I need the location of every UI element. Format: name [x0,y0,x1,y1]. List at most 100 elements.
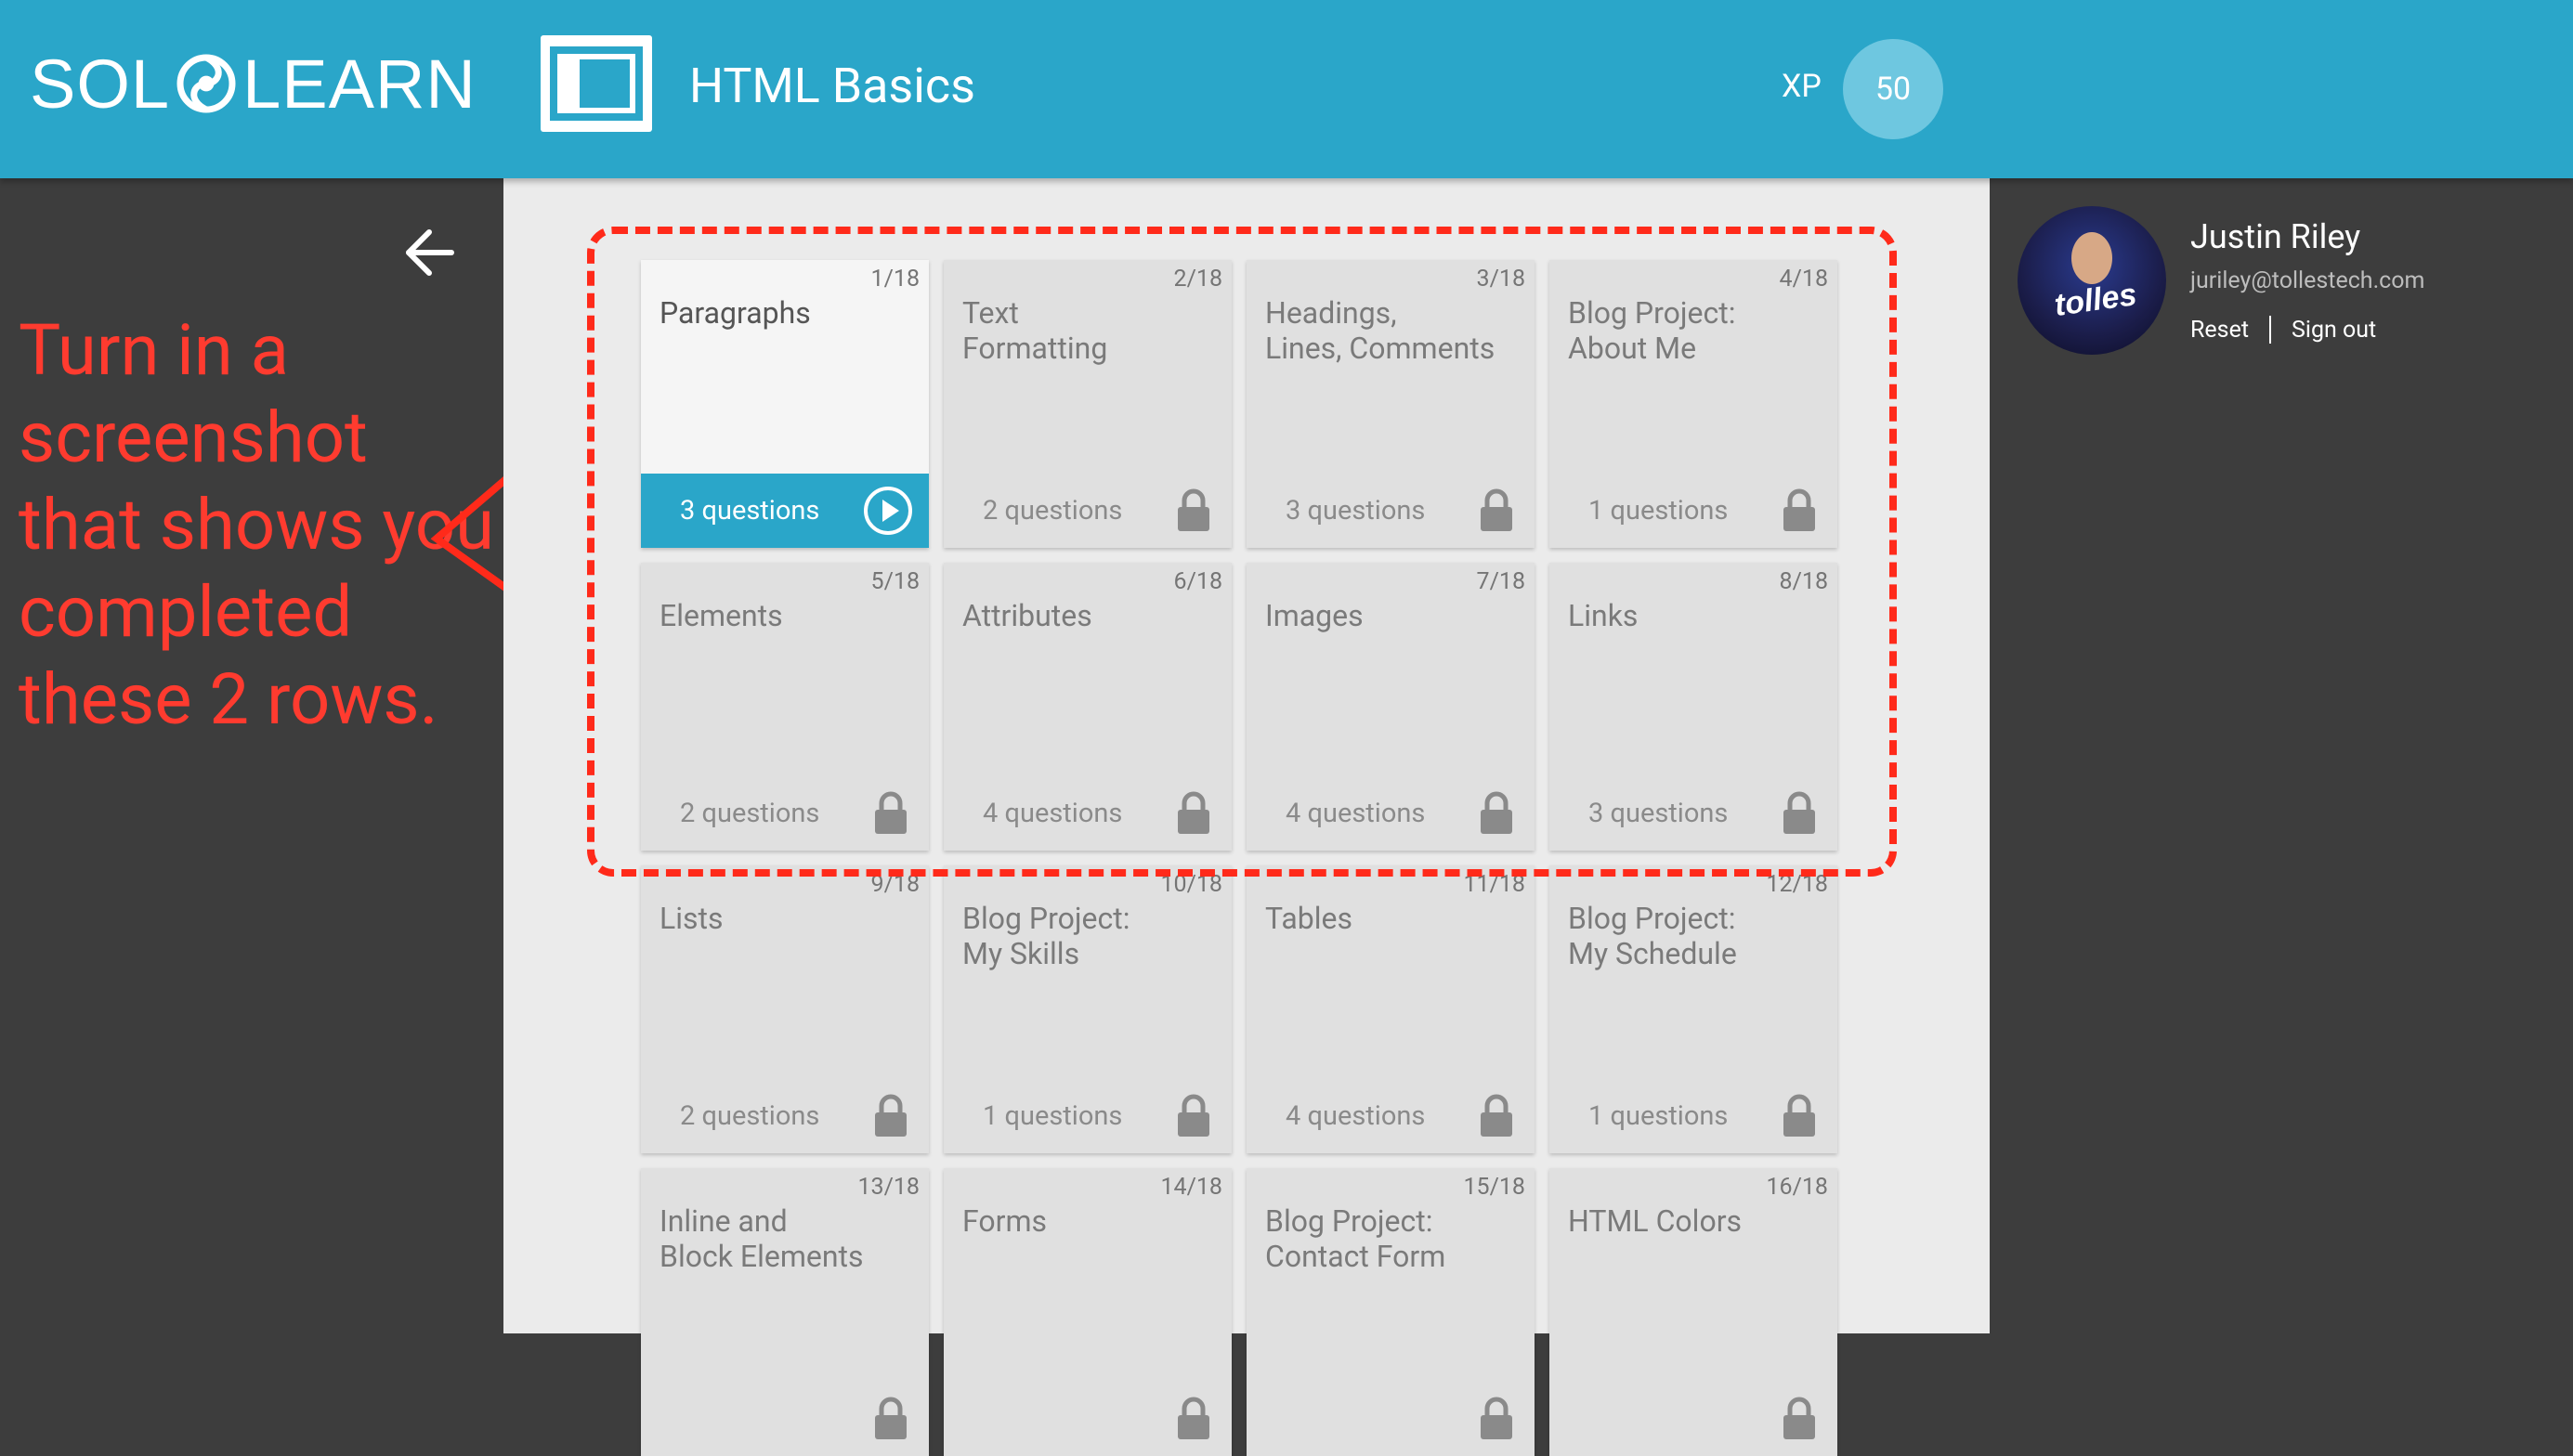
lesson-card[interactable]: 5/18 Elements 2 questions [641,563,929,851]
lock-icon [873,1094,908,1137]
lesson-footer: 3 questions [1247,474,1535,548]
question-count: 3 questions [1588,798,1729,829]
lesson-card[interactable]: 15/18 Blog Project: Contact Form [1247,1168,1535,1456]
lesson-title: Headings, Lines, Comments [1265,295,1495,366]
lock-icon [1176,488,1211,531]
lock-icon [1782,1094,1817,1137]
lock-icon [1782,791,1817,834]
question-count: 2 questions [983,495,1123,526]
question-count: 1 questions [983,1100,1123,1132]
play-icon[interactable] [862,485,914,537]
avatar-brand-text: tolles [2052,277,2139,324]
lesson-title: Links [1568,598,1639,633]
question-count: 4 questions [983,798,1123,829]
lock-icon [873,791,908,834]
lesson-card[interactable]: 13/18 Inline and Block Elements [641,1168,929,1456]
sololearn-logo[interactable]: SOL LEARN [30,37,477,130]
lock-icon [1176,1397,1211,1439]
lesson-number: 16/18 [1766,1174,1828,1201]
lesson-number: 4/18 [1779,266,1828,292]
lesson-number: 7/18 [1476,568,1525,595]
lesson-title: Text Formatting [962,295,1108,366]
sign-out-link[interactable]: Sign out [2292,317,2376,344]
lesson-card[interactable]: 7/18 Images 4 questions [1247,563,1535,851]
lesson-area: 1/18 Paragraphs 3 questions 2/18 Text Format… [503,178,1990,1456]
lesson-card[interactable]: 9/18 Lists 2 questions [641,865,929,1153]
lesson-number: 15/18 [1463,1174,1525,1201]
lesson-title: Tables [1265,901,1352,936]
lesson-card[interactable]: 4/18 Blog Project: About Me 1 questions [1549,260,1837,548]
lesson-title: Blog Project: My Schedule [1568,901,1737,971]
lesson-card[interactable]: 8/18 Links 3 questions [1549,563,1837,851]
lesson-title: Blog Project: My Skills [962,901,1130,971]
lock-icon [1479,1397,1514,1439]
lesson-card[interactable]: 1/18 Paragraphs 3 questions [641,260,929,548]
lesson-card[interactable]: 12/18 Blog Project: My Schedule 1 question… [1549,865,1837,1153]
lesson-footer: 1 questions [1549,1079,1837,1153]
lesson-card[interactable]: 16/18 HTML Colors [1549,1168,1837,1456]
lesson-footer [641,1382,929,1456]
link-divider [2269,316,2272,344]
lock-icon [1479,488,1514,531]
question-count: 1 questions [1588,495,1729,526]
lesson-number: 3/18 [1476,266,1525,292]
lesson-title: HTML Colors [1568,1203,1743,1239]
lock-icon [1176,1094,1211,1137]
reset-link[interactable]: Reset [2190,317,2249,344]
xp-badge: 50 [1843,39,1943,139]
lock-icon [873,1397,908,1439]
lesson-footer: 2 questions [641,1079,929,1153]
lesson-footer: 4 questions [1247,776,1535,851]
user-links: Reset Sign out [2190,316,2376,344]
lesson-footer: 1 questions [1549,474,1837,548]
lesson-card[interactable]: 11/18 Tables 4 questions [1247,865,1535,1153]
lesson-footer: 2 questions [944,474,1232,548]
user-email: juriley@tollestech.com [2190,267,2425,294]
xp-value: 50 [1874,71,1912,108]
lesson-card[interactable]: 10/18 Blog Project: My Skills 1 questions [944,865,1232,1153]
lock-icon [1479,791,1514,834]
lesson-footer [944,1382,1232,1456]
lesson-card[interactable]: 6/18 Attributes 4 questions [944,563,1232,851]
lesson-title: Elements [660,598,783,633]
lesson-footer [1247,1382,1535,1456]
course-icon [541,35,652,132]
question-count: 4 questions [1286,1100,1426,1132]
back-arrow-icon[interactable] [401,225,457,280]
course-title: HTML Basics [689,58,975,114]
lesson-footer [1549,1382,1837,1456]
logo-text-left: SOL [30,45,171,123]
lock-icon [1782,1397,1817,1439]
lesson-card[interactable]: 3/18 Headings, Lines, Comments 3 questions [1247,260,1535,548]
lesson-footer: 4 questions [944,776,1232,851]
question-count: 3 questions [1286,495,1426,526]
lesson-footer: 1 questions [944,1079,1232,1153]
avatar[interactable]: tolles [2018,206,2166,355]
lesson-number: 11/18 [1463,871,1525,898]
lesson-footer: 3 questions [1549,776,1837,851]
lesson-number: 9/18 [870,871,920,898]
lesson-footer: 4 questions [1247,1079,1535,1153]
profile-panel: tolles Justin Riley juriley@tollestech.c… [1990,178,2573,1333]
logo-swirl-icon [176,54,236,113]
app-header: SOL LEARN HTML Basics XP 50 [0,0,2573,178]
lesson-title: Paragraphs [660,295,811,331]
lesson-card[interactable]: 2/18 Text Formatting 2 questions [944,260,1232,548]
lock-icon [1176,791,1211,834]
lesson-footer: 2 questions [641,776,929,851]
question-count: 4 questions [1286,798,1426,829]
lesson-number: 2/18 [1173,266,1222,292]
lesson-card[interactable]: 14/18 Forms [944,1168,1232,1456]
lesson-number: 8/18 [1779,568,1828,595]
lesson-number: 14/18 [1160,1174,1222,1201]
lesson-title: Attributes [962,598,1092,633]
question-count: 1 questions [1588,1100,1729,1132]
lesson-number: 1/18 [870,266,920,292]
lesson-title: Blog Project: Contact Form [1265,1203,1446,1274]
lock-icon [1782,488,1817,531]
lesson-title: Forms [962,1203,1048,1239]
lesson-title: Images [1265,598,1364,633]
question-count: 2 questions [680,1100,820,1132]
question-count: 3 questions [680,495,820,526]
lesson-title: Blog Project: About Me [1568,295,1736,366]
